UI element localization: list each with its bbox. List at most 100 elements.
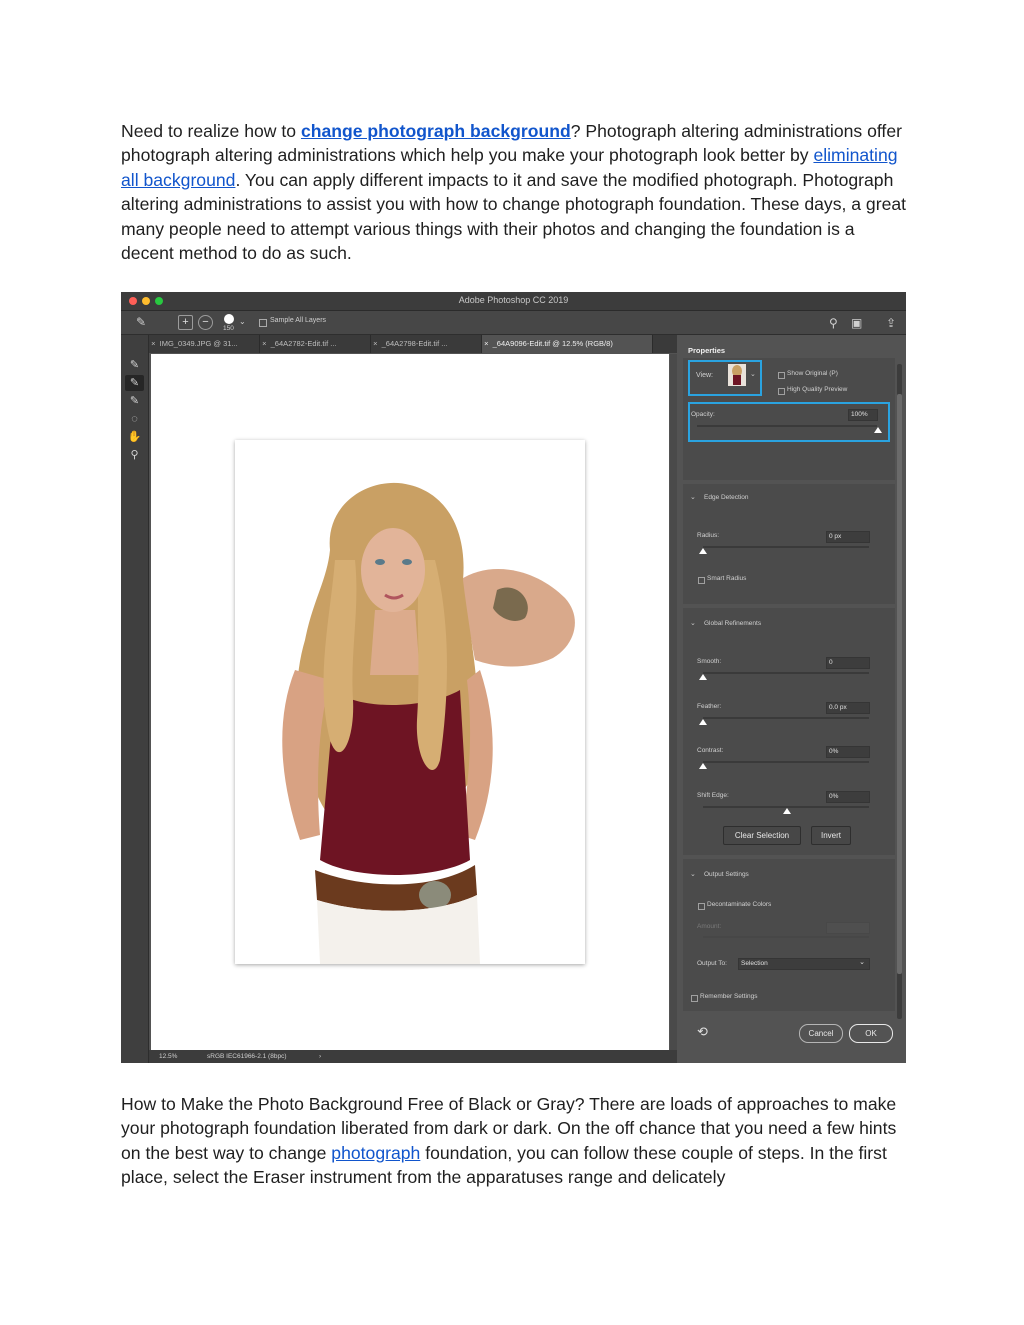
chevron-down-icon[interactable]: ⌄ (690, 870, 696, 878)
high-quality-preview-label: High Quality Preview (787, 386, 848, 393)
doc-tab[interactable]: × _64A2782-Edit.tif ... (260, 335, 371, 353)
remember-settings-checkbox[interactable] (691, 995, 698, 1002)
subtract-brush-icon[interactable]: − (198, 315, 213, 330)
sample-all-layers-checkbox[interactable] (259, 319, 267, 327)
amount-label: Amount: (697, 923, 722, 930)
radius-field[interactable]: 0 px (826, 531, 870, 543)
refine-edge-brush-icon[interactable]: ✎ (125, 375, 144, 391)
invert-button[interactable]: Invert (811, 826, 851, 845)
change-photograph-background-link[interactable]: change photograph background (301, 121, 571, 141)
feather-slider[interactable] (703, 717, 869, 719)
feather-field[interactable]: 0.0 px (826, 702, 870, 714)
output-settings-section: ⌄ Output Settings Decontaminate Colors A… (683, 859, 895, 1011)
brush-size: 150 (223, 325, 234, 332)
edge-detection-section: ⌄ Edge Detection Radius: 0 px Smart Radi… (683, 484, 895, 604)
smart-radius-checkbox[interactable] (698, 577, 705, 584)
decontaminate-colors-checkbox[interactable] (698, 903, 705, 910)
add-brush-icon[interactable]: + (178, 315, 193, 330)
quick-selection-icon[interactable]: ✎ (125, 357, 144, 373)
contrast-slider[interactable] (703, 761, 869, 763)
amount-slider (703, 936, 869, 938)
chevron-down-icon[interactable]: ⌄ (690, 493, 696, 501)
output-settings-title: Output Settings (704, 871, 749, 878)
body-paragraph: How to Make the Photo Background Free of… (121, 1092, 911, 1190)
photoshop-screenshot: Adobe Photoshop CC 2019 ✎ + − 150 ⌄ Samp… (121, 292, 906, 1063)
contrast-field[interactable]: 0% (826, 746, 870, 758)
show-original-checkbox[interactable] (778, 372, 785, 379)
document-canvas[interactable] (151, 354, 669, 1050)
zoom-level[interactable]: 12.5% (159, 1050, 177, 1063)
panel-scrollbar[interactable] (897, 364, 902, 1019)
canvas-scrollbar[interactable] (670, 354, 677, 1050)
radius-label: Radius: (697, 532, 720, 539)
shift-edge-field[interactable]: 0% (826, 791, 870, 803)
chevron-down-icon: ⌄ (859, 959, 865, 966)
search-icon[interactable]: ⚲ (829, 316, 838, 330)
properties-panel: Properties View: ⌄ Show Original (P) Hig… (683, 344, 906, 1063)
lasso-icon[interactable]: ◌ (125, 411, 144, 427)
radius-slider-thumb[interactable] (699, 548, 707, 554)
woman-portrait-image (282, 482, 575, 964)
window-title: Adobe Photoshop CC 2019 (458, 295, 569, 305)
doc-tab[interactable]: × _64A2798-Edit.tif ... (371, 335, 482, 353)
brush-preset-picker[interactable] (224, 314, 234, 324)
radius-slider[interactable] (703, 546, 869, 548)
contrast-label: Contrast: (697, 747, 724, 754)
clear-selection-button[interactable]: Clear Selection (723, 826, 801, 845)
global-refinements-section: ⌄ Global Refinements Smooth: 0 Feather: … (683, 608, 895, 855)
smooth-slider-thumb[interactable] (699, 674, 707, 680)
opacity-highlight (688, 402, 890, 442)
doc-tab[interactable]: × IMG_0349.JPG @ 31... (149, 335, 260, 353)
chevron-down-icon[interactable]: ⌄ (239, 315, 246, 329)
view-thumbnail-image (732, 365, 742, 385)
view-label: View: (696, 372, 713, 379)
sample-all-layers-label: Sample All Layers (270, 317, 327, 324)
doc-tab-active[interactable]: × _64A9096-Edit.tif @ 12.5% (RGB/8) (482, 335, 653, 353)
tools-panel: ✎ ✎ ✎ ◌ ✋ ⚲ (121, 335, 149, 1063)
cancel-button[interactable]: Cancel (799, 1024, 843, 1043)
output-to-select[interactable]: Selection ⌄ (738, 958, 870, 970)
smooth-field[interactable]: 0 (826, 657, 870, 669)
intro-paragraph: Need to realize how to change photograph… (121, 119, 911, 265)
panel-scrollbar-thumb[interactable] (897, 394, 902, 974)
window-icon[interactable]: ▣ (851, 316, 862, 330)
smooth-slider[interactable] (703, 672, 869, 674)
view-section: View: ⌄ Show Original (P) High Quality P… (683, 358, 895, 480)
opacity-field[interactable]: 100% (848, 409, 878, 421)
options-bar: ✎ + − 150 ⌄ Sample All Layers ⚲ ▣ ⇪ (121, 311, 906, 335)
photograph-link[interactable]: photograph (331, 1143, 420, 1163)
contrast-slider-thumb[interactable] (699, 763, 707, 769)
photo-document (235, 440, 585, 964)
show-original-label: Show Original (P) (787, 370, 838, 377)
ok-button[interactable]: OK (849, 1024, 893, 1043)
view-mode-thumbnail[interactable] (728, 364, 746, 386)
smooth-label: Smooth: (697, 658, 722, 665)
reset-icon[interactable]: ⟲ (697, 1025, 708, 1039)
chevron-down-icon[interactable]: ⌄ (750, 370, 756, 378)
opacity-slider[interactable] (697, 425, 877, 427)
smart-radius-label: Smart Radius (707, 575, 747, 582)
text-segment: . You can apply different impacts to it … (121, 169, 907, 264)
shift-edge-label: Shift Edge: (697, 792, 729, 799)
share-icon[interactable]: ⇪ (886, 316, 896, 330)
feather-slider-thumb[interactable] (699, 719, 707, 725)
brush-icon[interactable]: ✎ (133, 315, 149, 329)
hand-icon[interactable]: ✋ (125, 429, 144, 445)
decontaminate-colors-label: Decontaminate Colors (707, 901, 772, 908)
output-to-label: Output To: (697, 960, 727, 967)
opacity-slider-thumb[interactable] (874, 427, 882, 433)
properties-tab[interactable]: Properties (683, 344, 738, 358)
window-titlebar: Adobe Photoshop CC 2019 (121, 292, 906, 311)
global-refinements-title: Global Refinements (704, 620, 762, 627)
brush-tool-icon[interactable]: ✎ (125, 393, 144, 409)
chevron-down-icon[interactable]: ⌄ (690, 619, 696, 627)
output-to-value: Selection (741, 960, 768, 967)
edge-detection-title: Edge Detection (704, 494, 749, 501)
high-quality-preview-checkbox[interactable] (778, 388, 785, 395)
shift-edge-slider-thumb[interactable] (783, 808, 791, 814)
zoom-icon[interactable]: ⚲ (125, 447, 144, 463)
feather-label: Feather: (697, 703, 722, 710)
chevron-right-icon[interactable]: › (319, 1050, 321, 1063)
amount-field (826, 922, 870, 934)
opacity-label: Opacity: (691, 411, 715, 418)
